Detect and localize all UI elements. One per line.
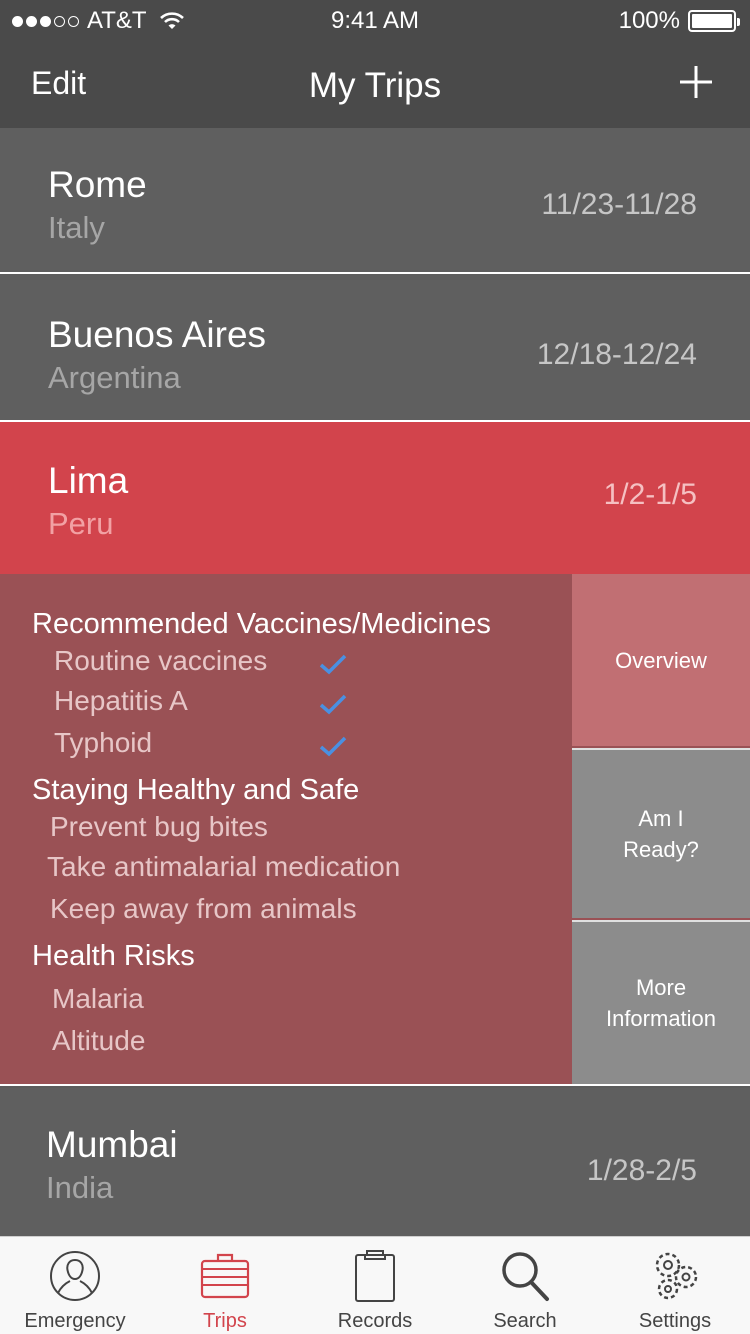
- tab-bar: Emergency Trips Records Search Settings: [0, 1236, 750, 1334]
- trip-dates: 11/23-11/28: [541, 188, 697, 221]
- trip-city: Buenos Aires: [48, 314, 267, 355]
- health-risk-item: Altitude: [52, 1025, 146, 1056]
- person-icon: [50, 1251, 100, 1301]
- search-icon: [502, 1252, 549, 1301]
- trip-row-rome[interactable]: Rome Italy 11/23-11/28: [0, 128, 750, 274]
- check-icon: [319, 694, 347, 715]
- trip-country: Peru: [48, 506, 114, 541]
- tab-label: Records: [337, 1310, 413, 1332]
- status-right: 100%: [618, 7, 740, 35]
- status-bar: AT&T 9:41 AM 100%: [0, 0, 750, 40]
- trip-row-buenos-aires[interactable]: Buenos Aires Argentina 12/18-12/24: [0, 274, 750, 422]
- am-i-ready-tab[interactable]: Am I Ready?: [572, 748, 750, 918]
- ready-tab-label-line1: Am I: [638, 806, 684, 831]
- tab-label: Trips: [203, 1310, 247, 1332]
- battery-icon: [688, 10, 740, 32]
- trip-dates: 1/2-1/5: [603, 478, 697, 511]
- overview-tab-label: Overview: [615, 647, 707, 673]
- trip-dates: 1/28-2/5: [586, 1154, 697, 1187]
- ready-tab-label-line2: Ready?: [623, 837, 699, 862]
- tab-label: Settings: [638, 1310, 712, 1332]
- add-trip-button[interactable]: [678, 64, 714, 100]
- tab-label: Emergency: [24, 1310, 126, 1332]
- trip-row-mumbai[interactable]: Mumbai India 1/28-2/5: [0, 1088, 750, 1236]
- trip-dates: 12/18-12/24: [536, 338, 697, 371]
- section-title-risks: Health Risks: [32, 940, 195, 972]
- clipboard-icon: [355, 1250, 395, 1302]
- nav-bar: Edit My Trips: [0, 40, 750, 128]
- trip-city: Lima: [48, 460, 129, 501]
- health-risk-item: Malaria: [52, 983, 144, 1014]
- check-icon: [319, 736, 347, 757]
- health-tip-item: Prevent bug bites: [50, 811, 268, 842]
- trip-city: Mumbai: [46, 1124, 178, 1165]
- suitcase-icon: [200, 1253, 250, 1299]
- tab-settings[interactable]: Settings: [600, 1237, 750, 1334]
- page-title: My Trips: [308, 66, 442, 105]
- trip-city: Rome: [48, 164, 147, 205]
- check-icon: [319, 654, 347, 675]
- trip-country: India: [46, 1170, 114, 1205]
- tab-label: Search: [493, 1310, 557, 1332]
- tab-search[interactable]: Search: [450, 1237, 600, 1334]
- trip-country: Italy: [48, 210, 105, 245]
- tab-trips[interactable]: Trips: [150, 1237, 300, 1334]
- tab-records[interactable]: Records: [300, 1237, 450, 1334]
- section-title-healthy: Staying Healthy and Safe: [32, 774, 360, 806]
- health-tip-item: Keep away from animals: [50, 893, 357, 924]
- trip-country: Argentina: [48, 360, 181, 395]
- vaccine-item: Routine vaccines: [54, 645, 268, 676]
- vaccine-item: Typhoid: [54, 727, 153, 758]
- trip-detail-panel: Recommended Vaccines/Medicines Routine v…: [0, 574, 750, 1086]
- more-tab-label-line1: More: [635, 975, 687, 1000]
- overview-tab[interactable]: Overview: [572, 574, 750, 746]
- trip-row-lima[interactable]: Lima Peru 1/2-1/5: [0, 422, 750, 574]
- battery-percent: 100%: [618, 7, 680, 34]
- more-information-tab[interactable]: More Information: [572, 920, 750, 1084]
- more-tab-label-line2: Information: [605, 1006, 717, 1031]
- gears-icon: [655, 1252, 698, 1300]
- vaccine-item: Hepatitis A: [54, 685, 188, 716]
- detail-body: Recommended Vaccines/Medicines Routine v…: [0, 574, 572, 1084]
- section-title-vaccines: Recommended Vaccines/Medicines: [32, 608, 491, 640]
- tab-emergency[interactable]: Emergency: [0, 1237, 150, 1334]
- health-tip-item: Take antimalarial medication: [47, 851, 401, 882]
